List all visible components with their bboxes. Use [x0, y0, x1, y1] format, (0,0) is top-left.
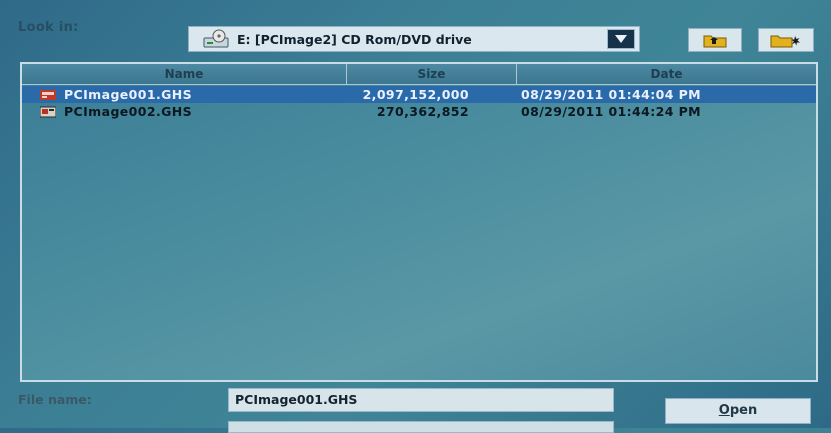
- table-row[interactable]: PCImage001.GHS 2,097,152,000 08/29/2011 …: [22, 86, 816, 103]
- look-in-label: Look in:: [18, 20, 79, 35]
- new-folder-icon: [770, 35, 800, 48]
- open-button-mnemonic: O: [718, 403, 730, 418]
- table-row[interactable]: PCImage002.GHS 270,362,852 08/29/2011 01…: [22, 103, 816, 120]
- file-name-text: PCImage002.GHS: [64, 104, 193, 119]
- column-header-row: Name Size Date: [22, 64, 816, 85]
- column-header-date[interactable]: Date: [517, 64, 816, 84]
- file-size-cell: 2,097,152,000: [362, 87, 469, 102]
- new-folder-button[interactable]: [758, 28, 814, 52]
- open-button-label: pen: [729, 403, 758, 418]
- look-in-bar: Look in: E: [PCImage2] CD Rom/DVD drive: [0, 0, 831, 62]
- dropdown-button[interactable]: [607, 29, 635, 49]
- up-folder-button[interactable]: [688, 28, 742, 52]
- column-header-size[interactable]: Size: [347, 64, 517, 84]
- file-date-cell: 08/29/2011 01:44:04 PM: [521, 87, 701, 102]
- drive-select-value: E: [PCImage2] CD Rom/DVD drive: [237, 31, 472, 47]
- file-size-cell: 270,362,852: [376, 104, 469, 119]
- file-name-input[interactable]: PCImage001.GHS: [228, 388, 614, 412]
- file-type-select[interactable]: [228, 421, 614, 433]
- file-icon: [40, 106, 56, 117]
- open-button[interactable]: Open: [665, 398, 811, 424]
- drive-select[interactable]: E: [PCImage2] CD Rom/DVD drive: [188, 26, 640, 52]
- file-icon: [40, 89, 56, 100]
- file-date-cell: 08/29/2011 01:44:24 PM: [521, 104, 701, 119]
- file-list[interactable]: Name Size Date PCImage001.GHS 2,097,152,…: [20, 62, 818, 382]
- file-name-text: PCImage001.GHS: [64, 87, 193, 102]
- column-header-name[interactable]: Name: [22, 64, 347, 84]
- chevron-down-icon: [615, 35, 627, 43]
- cd-drive-icon: [203, 29, 231, 49]
- file-name-label: File name:: [18, 392, 92, 407]
- file-name-cell: PCImage001.GHS: [22, 87, 347, 102]
- up-folder-icon: [703, 35, 727, 48]
- file-name-cell: PCImage002.GHS: [22, 104, 347, 119]
